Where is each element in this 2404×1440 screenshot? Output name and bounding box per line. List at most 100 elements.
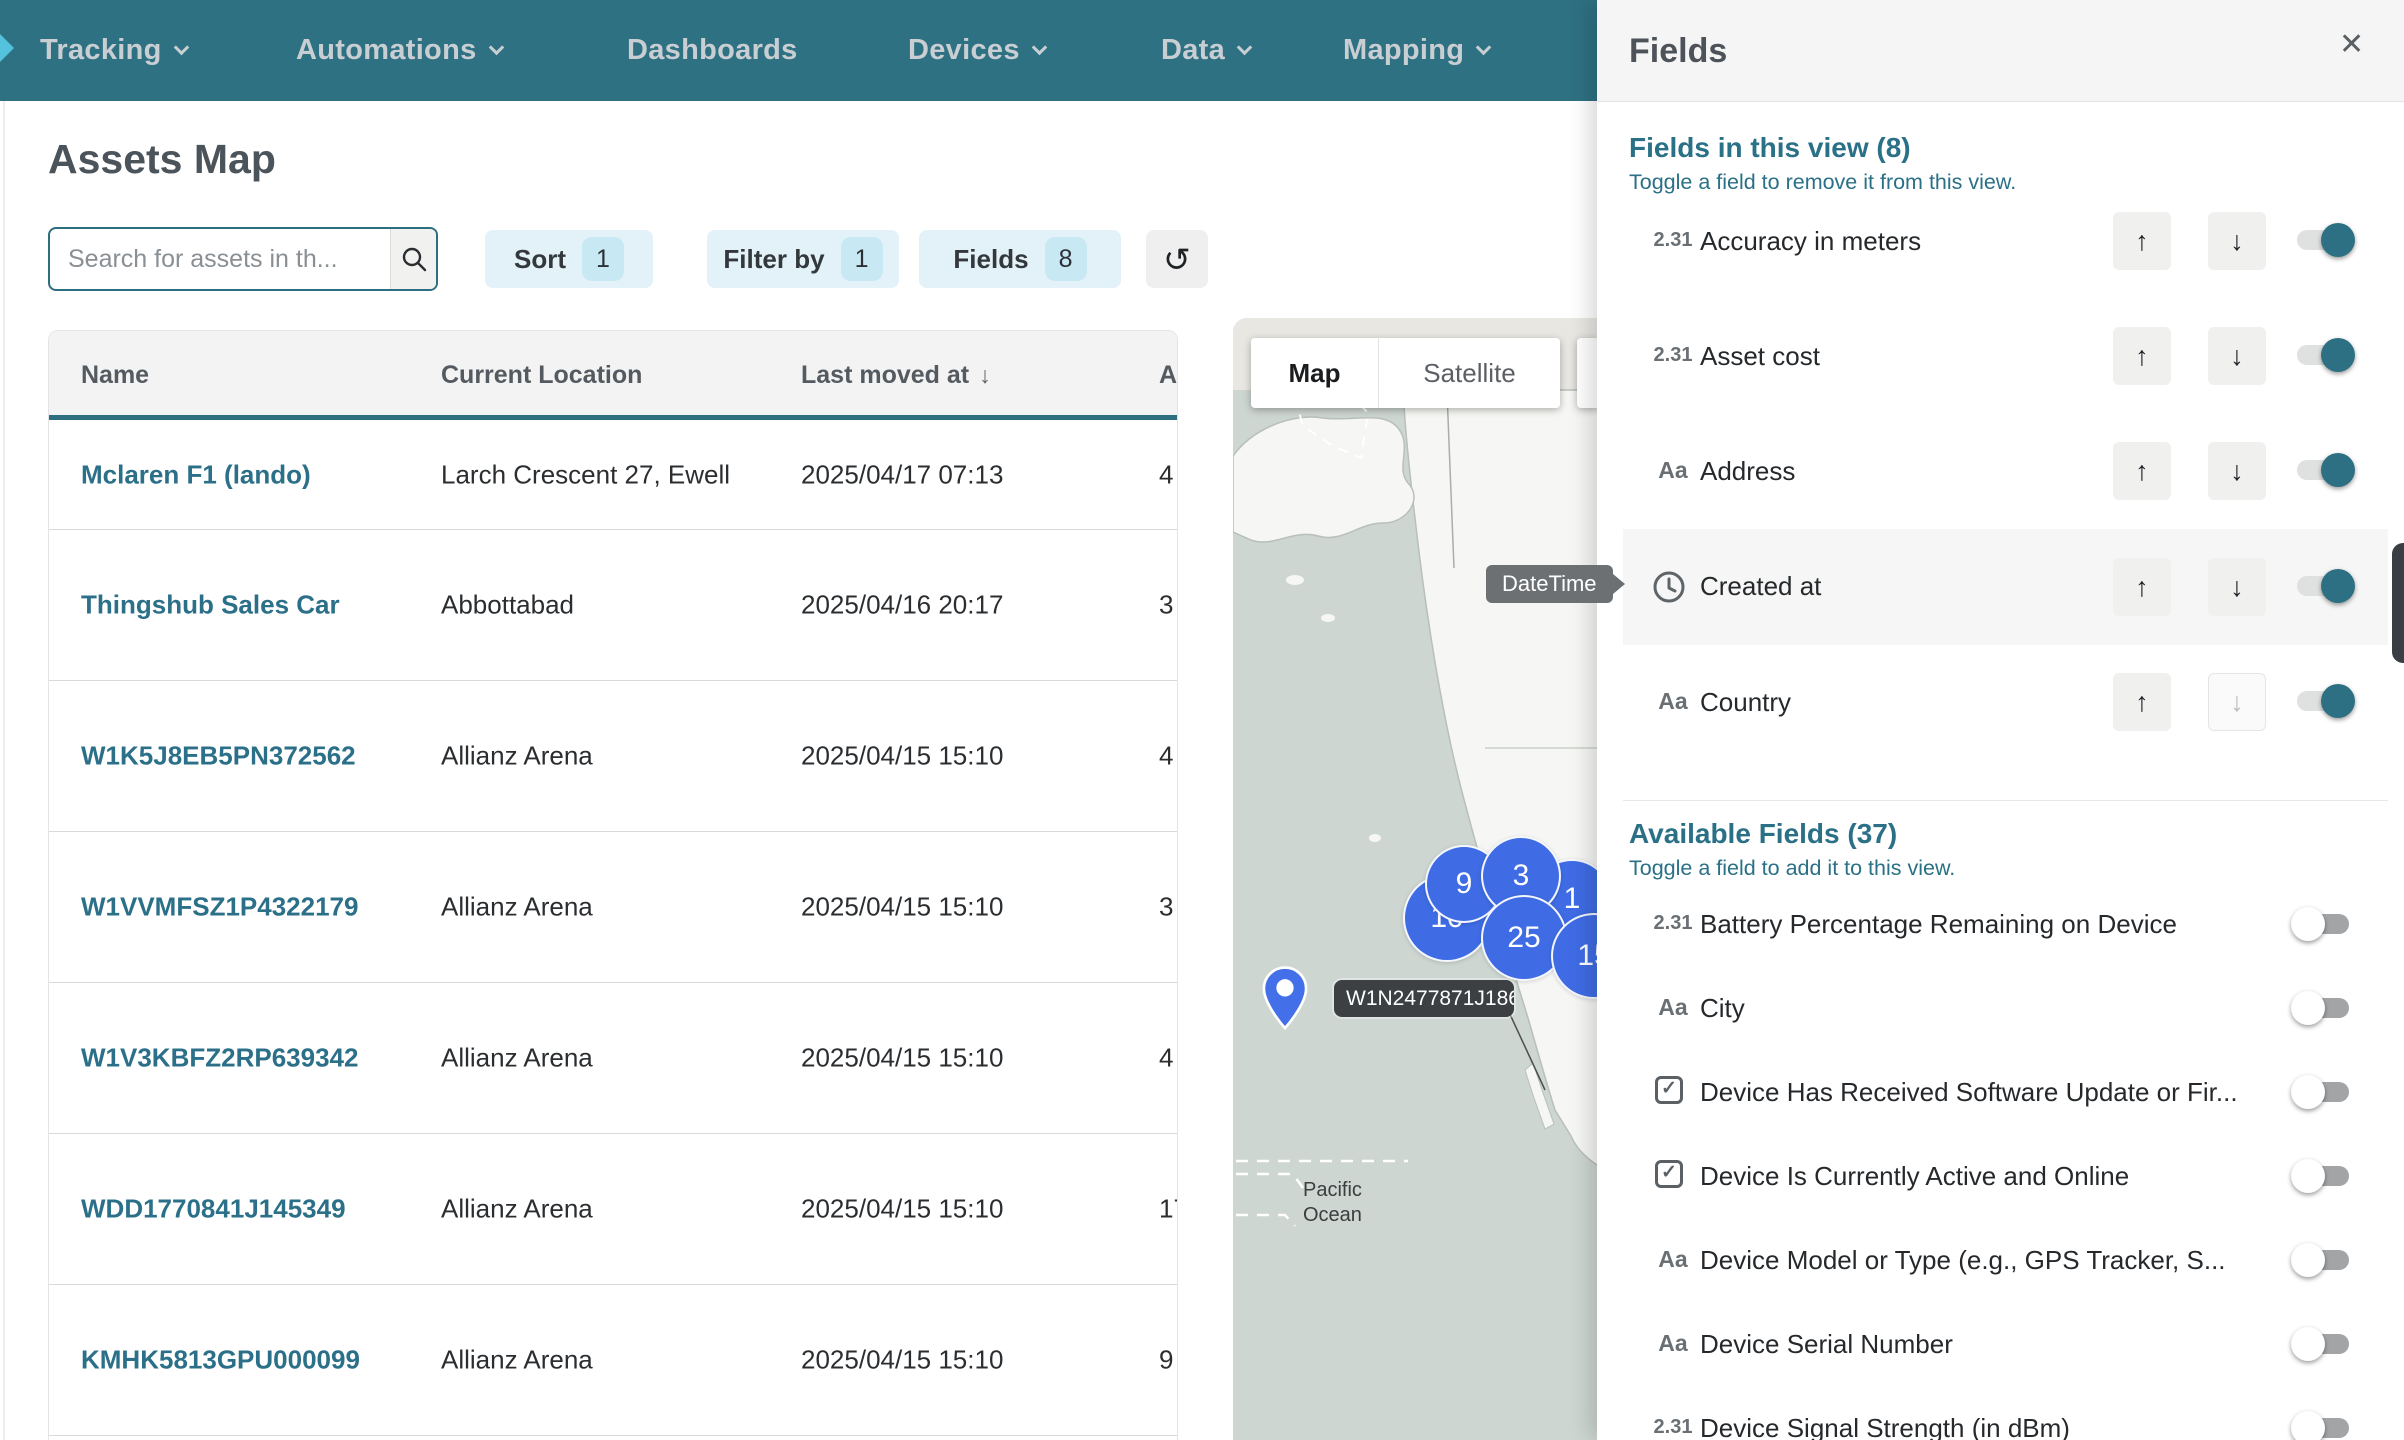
table-row[interactable]: Thingshub Sales Car Abbottabad 2025/04/1… (49, 530, 1177, 681)
asset-last-moved: 2025/04/17 07:13 (801, 459, 1003, 490)
map-type-control: Map Satellite (1251, 338, 1560, 408)
field-toggle-off[interactable] (2297, 1418, 2349, 1438)
nav-label: Data (1161, 34, 1225, 66)
asset-name-link[interactable]: W1VVMFSZ1P4322179 (81, 892, 358, 923)
field-toggle-on[interactable] (2297, 230, 2349, 250)
table-row[interactable]: W1VVMFSZ1P4322179 Allianz Arena 2025/04/… (49, 832, 1177, 983)
toggle-knob (2321, 569, 2355, 603)
number-type-icon: 2.31 (1649, 229, 1697, 252)
ocean-label: Pacific Ocean (1303, 1178, 1362, 1228)
fields-button[interactable]: Fields 8 (919, 230, 1121, 288)
field-toggle-off[interactable] (2297, 1082, 2349, 1102)
map-view-button[interactable]: Map (1251, 338, 1379, 408)
move-up-button[interactable]: ↑ (2113, 558, 2171, 616)
search-input[interactable] (50, 229, 390, 289)
toggle-knob (2291, 907, 2325, 941)
text-type-icon: Aa (1649, 688, 1697, 715)
asset-name-link[interactable]: KMHK5813GPU000099 (81, 1345, 360, 1376)
marker-tooltip: W1N2477871J186... (1334, 980, 1514, 1017)
nav-item-tracking[interactable]: Tracking (40, 0, 187, 101)
assets-table: Name Current Location Last moved at↓ A M… (48, 330, 1178, 1440)
arrow-up-icon: ↑ (2135, 226, 2149, 257)
field-label: Asset cost (1700, 341, 1820, 372)
asset-name-link[interactable]: Mclaren F1 (lando) (81, 459, 311, 490)
asset-extra-value: 4 (1159, 1043, 1173, 1074)
close-icon[interactable]: ✕ (2339, 30, 2364, 60)
nav-item-dashboards[interactable]: Dashboards (627, 0, 798, 101)
nav-item-devices[interactable]: Devices (908, 0, 1045, 101)
scrollbar-thumb[interactable] (2392, 543, 2404, 663)
asset-name-link[interactable]: W1V3KBFZ2RP639342 (81, 1043, 358, 1074)
nav-label: Devices (908, 34, 1020, 66)
field-row-created-at: Created at ↑ ↓ (1623, 529, 2388, 645)
nav-item-data[interactable]: Data (1161, 0, 1250, 101)
field-toggle-off[interactable] (2297, 1166, 2349, 1186)
move-up-button[interactable]: ↑ (2113, 212, 2171, 270)
field-toggle-off[interactable] (2297, 914, 2349, 934)
move-up-button[interactable]: ↑ (2113, 442, 2171, 500)
field-toggle-off[interactable] (2297, 1250, 2349, 1270)
field-toggle-off[interactable] (2297, 1334, 2349, 1354)
column-header-name[interactable]: Name (81, 331, 149, 420)
satellite-view-button[interactable]: Satellite (1379, 338, 1560, 408)
toggle-knob (2291, 1243, 2325, 1277)
nav-item-automations[interactable]: Automations (296, 0, 502, 101)
content-left-edge (3, 101, 5, 1440)
table-row[interactable]: Mclaren F1 (lando) Larch Crescent 27, Ew… (49, 420, 1177, 530)
arrow-down-icon: ↓ (2230, 341, 2244, 372)
field-label: Created at (1700, 571, 1821, 602)
asset-extra-value: 4 (1159, 459, 1173, 490)
move-up-button[interactable]: ↑ (2113, 673, 2171, 731)
table-row[interactable]: KMHK5813GPU000099 Allianz Arena 2025/04/… (49, 1285, 1177, 1436)
arrow-up-icon: ↑ (2135, 572, 2149, 603)
filter-button[interactable]: Filter by 1 (707, 230, 899, 288)
refresh-button[interactable]: ↺ (1146, 230, 1208, 288)
toggle-knob (2291, 1411, 2325, 1440)
asset-name-link[interactable]: W1K5J8EB5PN372562 (81, 741, 356, 772)
filter-label: Filter by (723, 244, 824, 275)
field-toggle-off[interactable] (2297, 998, 2349, 1018)
toggle-knob (2291, 991, 2325, 1025)
field-toggle-on[interactable] (2297, 345, 2349, 365)
field-toggle-on[interactable] (2297, 460, 2349, 480)
field-toggle-on[interactable] (2297, 576, 2349, 596)
text-type-icon: Aa (1649, 1330, 1697, 1357)
move-down-button[interactable]: ↓ (2208, 442, 2266, 500)
text-type-icon: Aa (1649, 994, 1697, 1021)
fields-count-badge: 8 (1045, 237, 1087, 281)
asset-location: Allianz Arena (441, 1194, 593, 1225)
column-header-extra[interactable]: A (1159, 331, 1177, 420)
field-label: Accuracy in meters (1700, 226, 1921, 257)
asset-extra-value: 17 (1159, 1194, 1178, 1225)
move-down-button[interactable]: ↓ (2208, 212, 2266, 270)
search-button[interactable] (390, 229, 436, 289)
field-label: Address (1700, 456, 1795, 487)
move-down-button[interactable]: ↓ (2208, 558, 2266, 616)
asset-location: Allianz Arena (441, 1043, 593, 1074)
sort-count-badge: 1 (582, 237, 624, 281)
table-row[interactable]: WDD1770841J145349 Allianz Arena 2025/04/… (49, 1134, 1177, 1285)
table-row[interactable]: W1V3KBFZ2RP639342 Allianz Arena 2025/04/… (49, 983, 1177, 1134)
asset-extra-value: 9 (1159, 1345, 1173, 1376)
asset-last-moved: 2025/04/15 15:10 (801, 1194, 1003, 1225)
asset-name-link[interactable]: WDD1770841J145349 (81, 1194, 346, 1225)
arrow-up-icon: ↑ (2135, 341, 2149, 372)
sidebar-expand-icon[interactable] (0, 34, 14, 62)
asset-name-link[interactable]: Thingshub Sales Car (81, 590, 340, 621)
field-row-asset-cost: 2.31 Asset cost ↑ ↓ (1597, 299, 2404, 414)
number-type-icon: 2.31 (1649, 344, 1697, 367)
field-label: Device Has Received Software Update or F… (1700, 1077, 2238, 1108)
sort-button[interactable]: Sort 1 (485, 230, 653, 288)
field-toggle-on[interactable] (2297, 691, 2349, 711)
column-header-last-moved[interactable]: Last moved at↓ (801, 331, 991, 420)
chevron-down-icon (173, 40, 189, 56)
column-header-location[interactable]: Current Location (441, 331, 642, 420)
nav-item-mapping[interactable]: Mapping (1343, 0, 1489, 101)
filter-count-badge: 1 (841, 237, 883, 281)
checkbox-type-icon (1655, 1160, 1683, 1188)
map-marker-pin[interactable] (1262, 966, 1308, 1035)
table-row[interactable]: W1K5J8EB5PN372562 Allianz Arena 2025/04/… (49, 681, 1177, 832)
move-down-button[interactable]: ↓ (2208, 327, 2266, 385)
move-up-button[interactable]: ↑ (2113, 327, 2171, 385)
asset-location: Larch Crescent 27, Ewell (441, 459, 730, 490)
